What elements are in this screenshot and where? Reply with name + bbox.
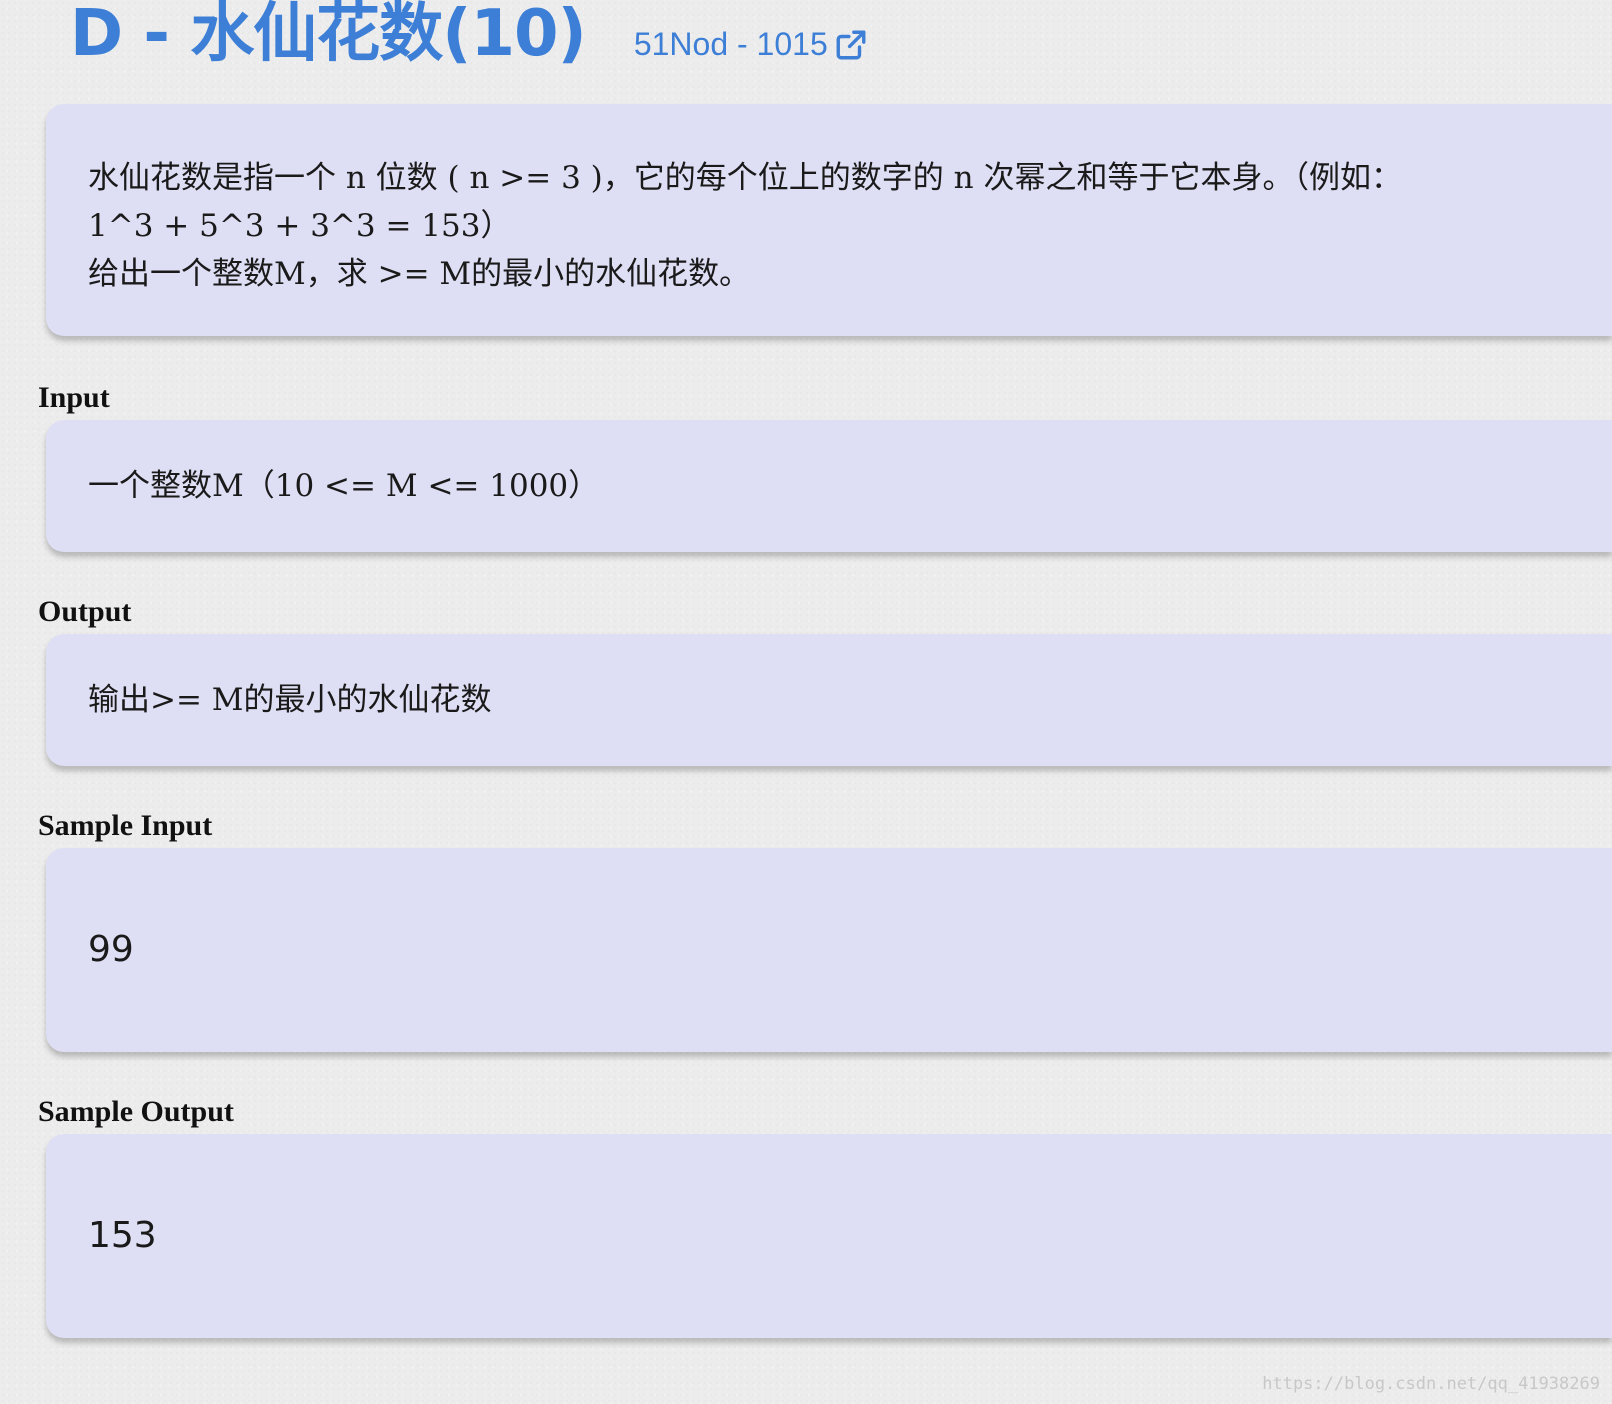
description-panel: 水仙花数是指一个 n 位数 ( n >= 3 )，它的每个位上的数字的 n 次幂… bbox=[46, 104, 1612, 336]
problem-title: D - 水仙花数(10) bbox=[70, 0, 587, 71]
input-text: 一个整数M（10 <= M <= 1000） bbox=[88, 468, 600, 504]
source-link[interactable]: 51Nod - 1015 bbox=[634, 26, 868, 63]
sample-input-heading: Sample Input bbox=[38, 809, 213, 842]
sample-output-text[interactable]: 153 bbox=[88, 1212, 157, 1260]
output-panel: 输出>= M的最小的水仙花数 bbox=[46, 634, 1612, 766]
title-row: D - 水仙花数(10) 51Nod - 1015 bbox=[70, 0, 868, 74]
external-link-icon bbox=[836, 30, 866, 59]
input-heading: Input bbox=[38, 381, 110, 414]
description-line-2: 1^3 + 5^3 + 3^3 = 153） bbox=[88, 208, 512, 244]
sample-output-panel[interactable]: 153 bbox=[46, 1134, 1612, 1338]
source-link-label: 51Nod - 1015 bbox=[633, 26, 828, 62]
sample-input-text[interactable]: 99 bbox=[88, 926, 134, 974]
description-line-3: 给出一个整数M，求 >= M的最小的水仙花数。 bbox=[88, 256, 751, 292]
output-text: 输出>= M的最小的水仙花数 bbox=[88, 682, 492, 718]
sample-input-panel[interactable]: 99 bbox=[46, 848, 1612, 1052]
watermark: https://blog.csdn.net/qq_41938269 bbox=[1262, 1374, 1600, 1394]
description-line-1: 水仙花数是指一个 n 位数 ( n >= 3 )，它的每个位上的数字的 n 次幂… bbox=[88, 160, 1402, 196]
output-heading: Output bbox=[38, 595, 132, 628]
sample-output-heading: Sample Output bbox=[38, 1095, 234, 1128]
input-panel: 一个整数M（10 <= M <= 1000） bbox=[46, 420, 1612, 552]
